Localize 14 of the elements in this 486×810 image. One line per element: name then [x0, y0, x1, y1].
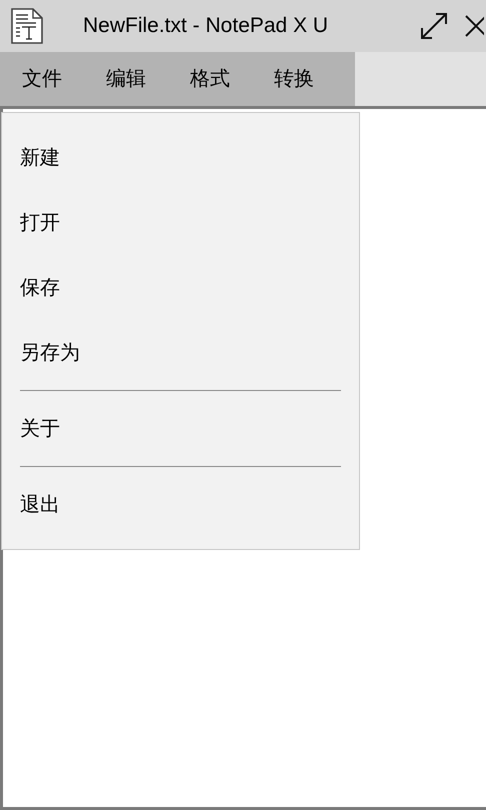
- dropdown-item[interactable]: 打开: [2, 190, 359, 255]
- menu-item[interactable]: 文件: [22, 64, 62, 94]
- dropdown-item[interactable]: 新建: [2, 125, 359, 190]
- expand-icon: [419, 11, 449, 41]
- menu-item[interactable]: 编辑: [106, 64, 146, 94]
- text-file-icon: [11, 8, 43, 44]
- close-icon: [464, 14, 484, 38]
- dropdown-item[interactable]: 关于: [2, 396, 359, 461]
- menu-item[interactable]: 格式: [190, 64, 230, 94]
- dropdown-item[interactable]: 退出: [2, 472, 359, 537]
- menu-item[interactable]: 转换: [274, 64, 314, 94]
- dropdown-item[interactable]: 保存: [2, 255, 359, 320]
- window-title: NewFile.txt - NotePad X U: [83, 13, 330, 40]
- dropdown-item[interactable]: 另存为: [2, 320, 359, 385]
